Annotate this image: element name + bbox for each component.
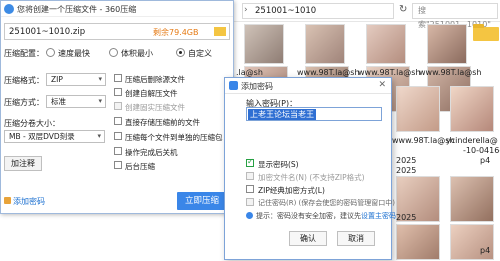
option-checkbox[interactable] [114,74,122,82]
format-value: ZIP [51,75,63,84]
thumbnail[interactable] [396,224,440,260]
output-file-field[interactable]: 251001~1010.zip 剩余79.4GB [4,23,230,40]
option-checkbox[interactable] [114,161,122,169]
file-caption: p4 [480,156,491,165]
password-input[interactable]: 上老王论坛当老王 [246,107,382,121]
info-icon [246,212,253,219]
chevron-down-icon: ▾ [98,97,102,105]
encrypt-filename-checkbox [246,172,254,180]
thumbnail[interactable] [450,86,494,132]
file-caption: ycinderella@ [446,136,498,145]
file-caption: 2025 [396,156,417,165]
warning-message: 提示：密码没有安全加密，建议先 [256,212,361,220]
free-space-label: 剩余79.4GB [153,28,199,37]
dialog-titlebar: 添加密码 ✕ [225,78,391,94]
chevron-down-icon: ▾ [97,132,101,140]
option-label[interactable]: 创建自解压文件 [125,88,178,99]
option-label[interactable]: 压缩每个文件到单独的压缩包 [125,132,223,143]
output-filename: 251001~1010.zip [9,27,86,37]
split-select[interactable]: MB - 双层DVD刻录 ▾ [4,130,105,143]
radio-smallest[interactable] [109,48,118,57]
thumbnail[interactable] [427,24,467,64]
radio-fastest-label[interactable]: 速度最快 [58,48,90,59]
start-compress-button[interactable]: 立即压缩 [177,192,227,210]
option-label: 创建固实压缩文件 [125,103,185,112]
config-label: 压缩配置： [4,49,44,58]
file-caption: 2025 [396,166,417,175]
dialog-icon [229,81,238,90]
option-checkbox[interactable] [114,117,122,125]
option-label[interactable]: 直接存储压缩前的文件 [125,117,200,128]
format-label: 压缩格式： [4,76,44,85]
file-caption: .la@sh [236,68,263,77]
remember-password-label[interactable]: 记住密码(R) (保存会使您的密码管理窗口中) [258,198,395,208]
add-comment-button[interactable]: 加注释 [4,156,42,171]
radio-fastest[interactable] [46,48,55,57]
option-label[interactable]: 后台压缩 [125,161,155,172]
chevron-down-icon: ▾ [98,75,102,83]
radio-custom[interactable] [176,48,185,57]
show-password-checkbox[interactable] [246,157,254,167]
thumbnail[interactable] [396,86,440,132]
thumbnail[interactable] [244,24,284,64]
folder-icon[interactable] [473,24,499,41]
option-checkbox[interactable] [114,147,122,155]
radio-smallest-label[interactable]: 体积最小 [121,48,153,59]
file-caption: p4 [480,246,491,255]
ok-button[interactable]: 确认 [289,231,327,246]
option-label[interactable]: 压缩后删除源文件 [125,74,185,85]
file-caption: www.98T.la@sh [297,68,360,77]
thumbnail[interactable] [450,176,494,222]
option-label[interactable]: 操作完成后关机 [125,147,178,158]
show-password-label[interactable]: 显示密码(S) [258,159,299,170]
warning-text: 提示：密码没有安全加密，建议先设置主密码 [256,211,396,221]
address-bar[interactable]: 251001~1010 [242,3,394,19]
password-value: 上老王论坛当老王 [248,109,316,120]
thumbnail[interactable] [366,24,406,64]
cancel-button[interactable]: 取消 [337,231,375,246]
thumbnail[interactable] [305,24,345,64]
file-caption: -10-0416- [463,146,500,155]
option-checkbox[interactable] [114,88,122,96]
zip-window-title: 您将创建一个压缩文件 - 360压缩 [17,5,137,14]
encrypt-filename-label: 加密文件名(N) (不支持ZIP格式) [258,173,365,182]
search-input[interactable]: 搜索"251001~1010" [412,3,498,29]
split-value: MB - 双层DVD刻录 [9,132,75,141]
compression-window: 您将创建一个压缩文件 - 360压缩 251001~1010.zip 剩余79.… [0,0,234,214]
set-master-password-link[interactable]: 设置主密码 [361,212,396,220]
method-select[interactable]: 标准 ▾ [46,95,106,108]
add-password-dialog: 添加密码 ✕ 输入密码(P)： 上老王论坛当老王 显示密码(S) 加密文件名(N… [224,77,396,260]
zip-classic-checkbox[interactable] [246,185,254,193]
close-icon[interactable]: ✕ [378,80,386,90]
file-caption: www.98T.la@sh [358,68,421,77]
dialog-title: 添加密码 [241,82,273,91]
add-password-link[interactable]: 添加密码 [13,196,45,207]
file-caption: 2025 [396,213,417,222]
lock-icon [4,197,11,204]
refresh-icon[interactable]: ↻ [399,4,407,15]
method-value: 标准 [51,97,66,106]
360-logo-icon [4,4,14,14]
zip-titlebar: 您将创建一个压缩文件 - 360压缩 [1,1,233,17]
option-checkbox [114,102,122,110]
option-checkbox[interactable] [114,132,122,140]
file-caption: www.98T.la@sh [419,68,482,77]
zip-classic-label[interactable]: ZIP经典加密方式(L) [258,185,325,196]
radio-custom-label[interactable]: 自定义 [188,48,212,59]
split-label: 压缩分卷大小： [4,119,60,128]
browse-folder-icon[interactable] [214,27,226,36]
remember-password-checkbox[interactable] [246,198,254,206]
method-label: 压缩方式： [4,98,44,107]
address-path: 251001~1010 [255,6,317,16]
format-select[interactable]: ZIP ▾ [46,73,106,86]
